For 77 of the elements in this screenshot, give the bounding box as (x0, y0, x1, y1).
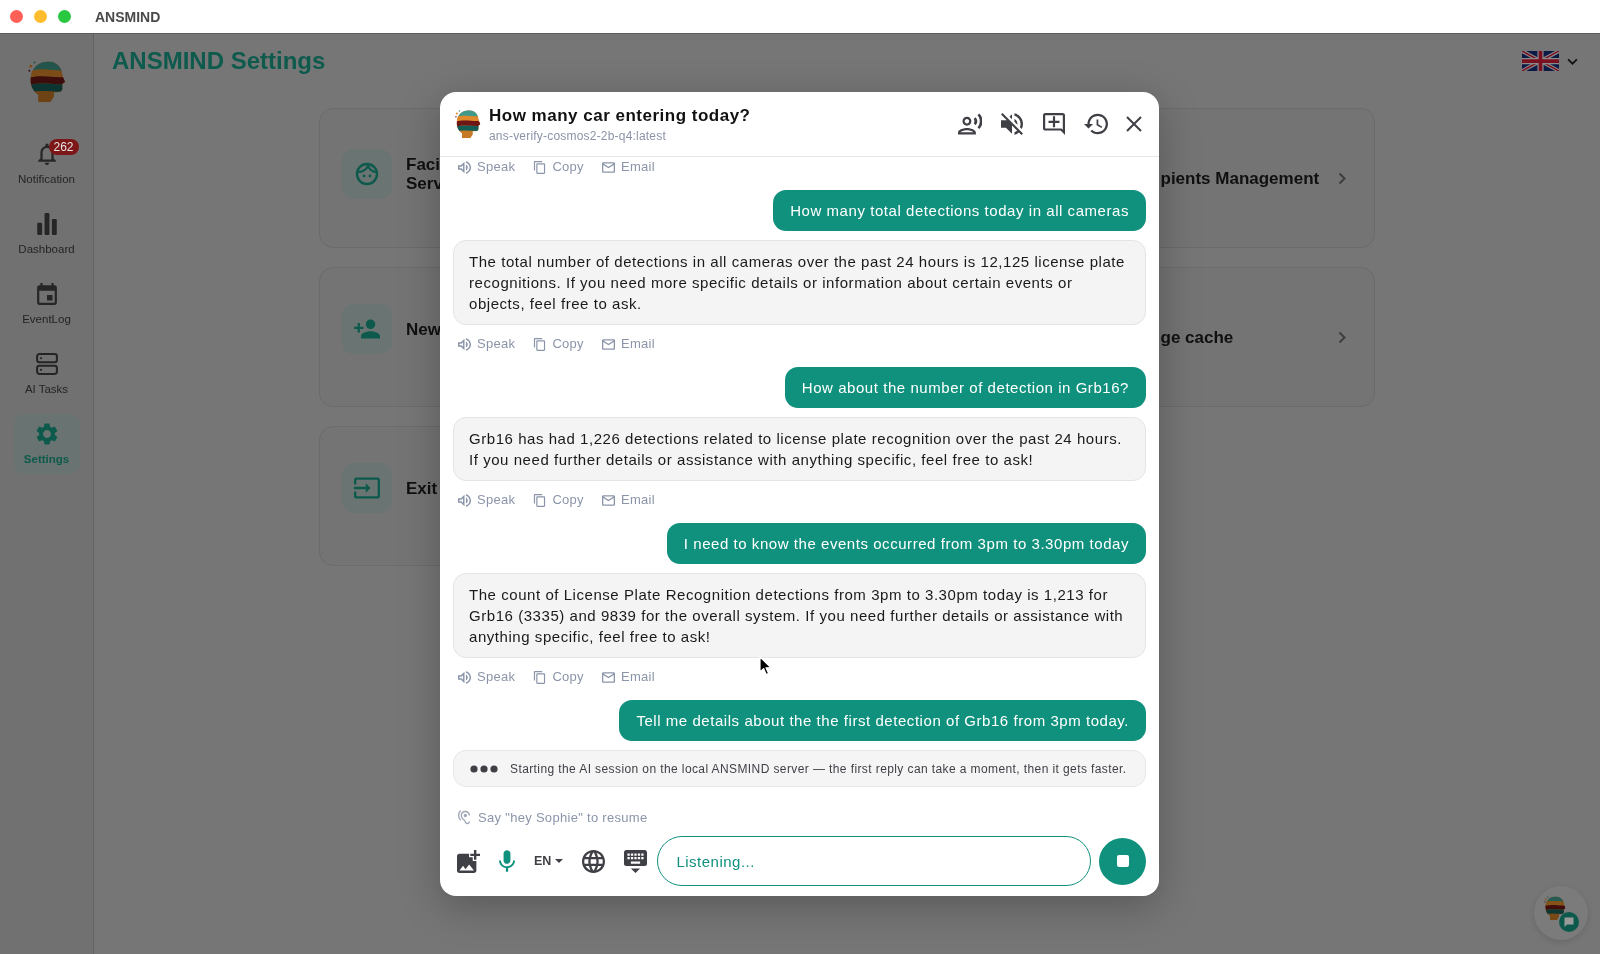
envelope-icon (601, 670, 615, 684)
gear-icon (35, 423, 58, 445)
history-icon[interactable] (1084, 113, 1108, 135)
add-person-icon (354, 317, 380, 341)
email-button[interactable]: Email (601, 669, 655, 685)
copy-button[interactable]: Copy (533, 669, 584, 685)
page-title: ANSMIND Settings (112, 47, 326, 75)
nav-item[interactable]: AI Tasks (13, 344, 80, 404)
email-button[interactable]: Email (601, 492, 655, 508)
window-title: ANSMIND (95, 8, 161, 25)
speaker-icon (458, 160, 471, 174)
language-selector[interactable] (1522, 51, 1578, 71)
copy-icon (533, 337, 547, 351)
nav-item[interactable]: Dashboard (13, 204, 80, 264)
calendar-icon (35, 283, 58, 305)
speak-button[interactable]: Speak (458, 492, 516, 508)
assistant-message: The count of License Plate Recognition detections from 3pm to 3.30pm today is 1,213 for Grb16 (3335) and 9839 for the overall system. If you need further details or assistance with anything specific, feel free to ask! (453, 573, 1146, 658)
speak-button[interactable]: Speak (458, 159, 516, 175)
speak-button[interactable]: Speak (458, 669, 516, 685)
typing-dots-icon (470, 764, 498, 773)
copy-icon (533, 670, 547, 684)
user-message: I need to know the events occurred from 3pm to 3.30pm today (666, 523, 1146, 564)
model-name: ans-verify-cosmos2-2b-q4:latest (489, 128, 667, 143)
face-icon (354, 162, 380, 186)
status-text: Starting the AI session on the local ANSMIND server — the first reply can take a moment, then it gets faster. (510, 761, 1127, 776)
bar-chart-icon (35, 213, 58, 235)
email-button[interactable]: Email (601, 336, 655, 352)
copy-button[interactable]: Copy (533, 336, 584, 352)
caret-icon (555, 859, 564, 863)
keyboard-icon[interactable] (624, 849, 648, 873)
microphone-icon[interactable] (499, 850, 515, 872)
globe-icon[interactable] (582, 849, 606, 873)
copy-button[interactable]: Copy (533, 492, 584, 508)
chevron-down-icon (1567, 57, 1578, 65)
copy-icon (533, 160, 547, 174)
message-input[interactable]: Listening... (657, 836, 1091, 886)
person-speaking-icon[interactable] (958, 113, 982, 135)
close-window-icon[interactable] (10, 10, 23, 23)
nav-item[interactable]: 262 Notification (13, 134, 80, 194)
notification-count-badge: 262 (48, 139, 79, 155)
copy-icon (533, 493, 547, 507)
assistant-message: The total number of detections in all cameras over the past 24 hours is 12,125 license plate recognitions. If you need more specific details or information about certain events or objects, feel free to ask. (453, 240, 1146, 325)
chat-title: How many car entering today? (489, 105, 751, 126)
speak-button[interactable]: Speak (458, 336, 516, 352)
head-logo-icon (455, 109, 481, 139)
close-icon[interactable] (1126, 116, 1142, 132)
user-message: Tell me details about the the first detection of Grb16 from 3pm today. (619, 700, 1146, 741)
mouse-pointer-icon (759, 656, 772, 676)
stop-button[interactable] (1099, 837, 1146, 885)
envelope-icon (601, 337, 615, 351)
stop-icon (1116, 855, 1129, 867)
assistant-message: Grb16 has had 1,226 detections related to license plate recognition over the past 24 hours. If you need further details or assistance with anything specific, feel free to ask! (453, 417, 1146, 481)
speaker-icon (458, 670, 471, 684)
arrow-into-box-icon (354, 476, 380, 500)
nav-item[interactable]: EventLog (13, 274, 80, 334)
chevron-right-icon (1338, 330, 1346, 344)
language-dropdown[interactable]: EN (534, 854, 564, 868)
email-button[interactable]: Email (601, 159, 655, 175)
user-message: How many total detections today in all cameras (773, 190, 1146, 231)
flag-icon (1522, 51, 1559, 71)
head-logo-icon (27, 58, 66, 105)
speaker-icon (458, 337, 471, 351)
speaker-muted-icon[interactable] (1000, 113, 1024, 135)
chevron-right-icon (1338, 171, 1346, 185)
chat-bubble-icon (1559, 912, 1579, 932)
envelope-icon (601, 160, 615, 174)
add-image-icon[interactable] (457, 849, 480, 873)
ear-icon (458, 809, 470, 825)
head-logo-icon (1544, 895, 1566, 921)
nav-item[interactable]: Settings (13, 414, 80, 474)
envelope-icon (601, 493, 615, 507)
speaker-icon (458, 493, 471, 507)
add-comment-icon[interactable] (1042, 113, 1066, 135)
voice-hint: Say "hey Sophie" to resume (478, 809, 648, 825)
server-stack-icon (35, 353, 58, 375)
copy-button[interactable]: Copy (533, 159, 584, 175)
user-message: How about the number of detection in Grb16? (784, 367, 1146, 408)
